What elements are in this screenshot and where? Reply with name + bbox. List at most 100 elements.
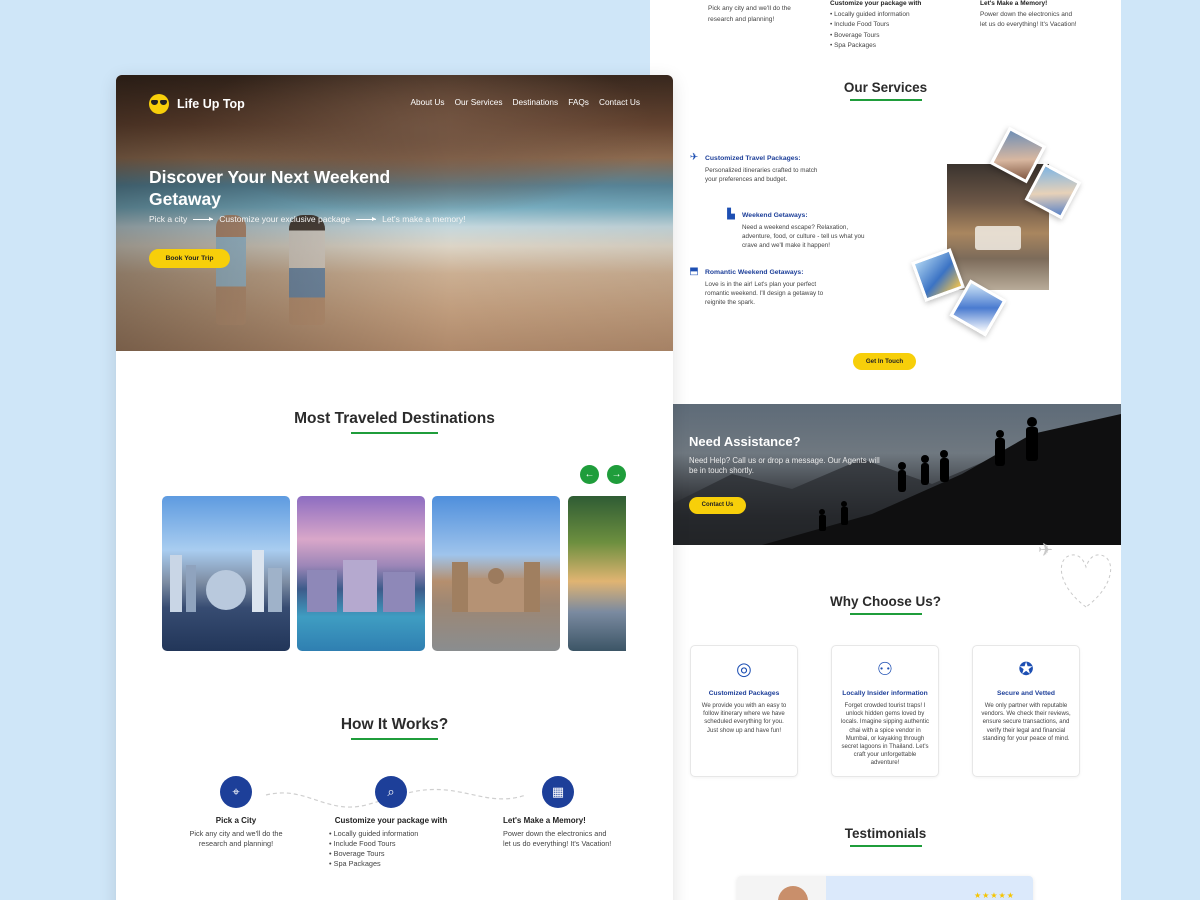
- services-heading: Our Services: [650, 80, 1121, 101]
- hero-step: Pick a city: [149, 214, 188, 224]
- arrow-right-icon: →: [611, 469, 622, 480]
- feature-card: ✪ Secure and Vetted We only partner with…: [972, 645, 1080, 777]
- feature-desc: We provide you with an easy to follow it…: [701, 702, 787, 734]
- strip-step-3-title: Let's Make a Memory!: [980, 0, 1048, 7]
- destination-card-mexico-city[interactable]: [432, 496, 560, 651]
- how-step-title: Customize your package with: [334, 816, 448, 825]
- how-step-list-item: Boverage Tours: [329, 849, 461, 859]
- building-icon: ▙: [727, 209, 735, 220]
- service-desc: Love is in the air! Let's plan your perf…: [705, 281, 824, 306]
- strip-step-1: Pick any city and we'll do the research …: [708, 4, 808, 25]
- how-step: ▦ Let's Make a Memory! Power down the el…: [503, 776, 613, 849]
- city-skyline-image: [170, 550, 282, 613]
- strip-step-3: Let's Make a Memory! Power down the elec…: [980, 0, 1080, 31]
- nav-contact-us[interactable]: Contact Us: [599, 97, 640, 107]
- service-item: ⬒ Romantic Weekend Getaways: Love is in …: [688, 266, 828, 307]
- resort-image: [307, 560, 415, 613]
- verified-badge-icon: ✪: [1018, 659, 1034, 679]
- photos-icon: ▦: [542, 776, 574, 808]
- insider-user-icon: ⚇: [876, 659, 894, 679]
- service-item: ✈ Customized Travel Packages: Personaliz…: [688, 152, 828, 184]
- strip-step-2: Customize your package with Locally guid…: [830, 0, 950, 52]
- assistance-desc: Need Help? Call us or drop a message. Ou…: [689, 456, 880, 475]
- feature-desc: Forget crowded tourist traps! I unlock h…: [840, 702, 930, 767]
- how-step-title: Let's Make a Memory!: [503, 816, 586, 825]
- main-nav: About Us Our Services Destinations FAQs …: [410, 97, 640, 107]
- how-it-works-title: How It Works?: [340, 716, 449, 733]
- how-it-works-strip: Pick any city and we'll do the research …: [650, 0, 1121, 60]
- hero-step: Customize your exclusive package: [219, 214, 351, 224]
- feature-card: ◎ Customized Packages We provide you wit…: [690, 645, 798, 777]
- how-step-title: Pick a City: [215, 816, 257, 825]
- right-page: Pick any city and we'll do the research …: [650, 0, 1121, 900]
- feature-title: Customized Packages: [708, 690, 780, 697]
- feature-title: Secure and Vetted: [997, 690, 1055, 697]
- hero-title: Discover Your Next Weekend Getaway: [149, 167, 391, 209]
- hero-section: Life Up Top About Us Our Services Destin…: [116, 75, 673, 351]
- service-title: Customized Travel Packages:: [705, 154, 801, 162]
- avatar: [778, 886, 808, 900]
- feature-desc: We only partner with reputable vendors. …: [981, 702, 1071, 742]
- how-step-list-item: Include Food Tours: [329, 839, 461, 849]
- nav-faqs[interactable]: FAQs: [568, 97, 589, 107]
- services-title: Our Services: [843, 80, 928, 95]
- feature-card: ⚇ Locally Insider information Forget cro…: [831, 645, 939, 777]
- assistance-title: Need Assistance?: [689, 434, 801, 449]
- left-page: Life Up Top About Us Our Services Destin…: [116, 75, 673, 900]
- service-title: Weekend Getaways:: [742, 211, 808, 219]
- carousel-prev-button[interactable]: ←: [580, 465, 599, 484]
- carousel-next-button[interactable]: →: [607, 465, 626, 484]
- nav-destinations[interactable]: Destinations: [513, 97, 559, 107]
- testimonials-title: Testimonials: [844, 826, 927, 841]
- how-it-works-underline: [351, 738, 438, 740]
- arrow-left-icon: ←: [584, 469, 595, 480]
- destinations-title: Most Traveled Destinations: [294, 410, 495, 427]
- service-item: ▙ Weekend Getaways: Need a weekend escap…: [725, 209, 865, 250]
- nav-about-us[interactable]: About Us: [410, 97, 444, 107]
- testimonial-card: ★★★★★: [737, 876, 1033, 900]
- how-step: ⌕ Customize your package with Locally gu…: [321, 776, 461, 869]
- contact-us-button[interactable]: Contact Us: [689, 497, 746, 514]
- rating-stars-icon: ★★★★★: [974, 891, 1015, 900]
- why-choose-title: Why Choose Us?: [829, 594, 941, 609]
- arrow-right-icon: [356, 216, 377, 221]
- how-step-desc: Pick any city and we'll do the research …: [189, 829, 283, 848]
- cathedral-image: [452, 562, 540, 613]
- destination-card-resort[interactable]: [297, 496, 425, 651]
- search-icon: ⌕: [375, 776, 407, 808]
- sunglasses-logo-icon: [149, 94, 169, 114]
- strip-step-1-desc: Pick any city and we'll do the research …: [708, 5, 791, 23]
- brand-logo[interactable]: Life Up Top: [149, 94, 245, 114]
- how-step-list-item: Spa Packages: [329, 859, 461, 869]
- nav-our-services[interactable]: Our Services: [455, 97, 503, 107]
- why-choose-underline: [849, 613, 922, 615]
- book-your-trip-button[interactable]: Book Your Trip: [149, 249, 230, 268]
- hero-step: Let's make a memory!: [382, 214, 466, 224]
- strip-list-item: Locally guided information: [830, 10, 950, 21]
- destinations-underline: [351, 432, 438, 434]
- hero-steps: Pick a city Customize your exclusive pac…: [149, 214, 466, 224]
- how-step: ⌖ Pick a City Pick any city and we'll do…: [181, 776, 291, 849]
- services-underline: [849, 99, 922, 101]
- map-icon: ⬒: [689, 266, 699, 277]
- testimonials-heading: Testimonials: [650, 826, 1121, 847]
- assistance-banner: Need Assistance? Need Help? Call us or d…: [672, 404, 1121, 545]
- service-desc: Need a weekend escape? Relaxation, adven…: [742, 224, 865, 249]
- service-desc: Personalized itineraries crafted to matc…: [705, 167, 818, 183]
- strip-step-2-title: Customize your package with: [830, 0, 922, 7]
- destination-card-vancouver[interactable]: [162, 496, 290, 651]
- strip-list-item: Boverage Tours: [830, 31, 950, 42]
- testimonials-underline: [849, 845, 922, 847]
- how-it-works-heading: How It Works?: [116, 716, 673, 740]
- how-step-list-item: Locally guided information: [329, 829, 461, 839]
- plane-icon: ✈: [689, 152, 699, 163]
- how-step-desc: Power down the electronics and let us do…: [503, 829, 612, 848]
- why-choose-heading: Why Choose Us?: [650, 594, 1121, 615]
- destinations-heading: Most Traveled Destinations: [116, 410, 673, 434]
- service-title: Romantic Weekend Getaways:: [705, 268, 804, 276]
- strip-list-item: Spa Packages: [830, 41, 950, 52]
- destination-card-tropical[interactable]: [568, 496, 626, 651]
- strip-list-item: Include Food Tours: [830, 20, 950, 31]
- target-user-icon: ◎: [736, 659, 752, 679]
- get-in-touch-button[interactable]: Get In Touch: [853, 353, 916, 370]
